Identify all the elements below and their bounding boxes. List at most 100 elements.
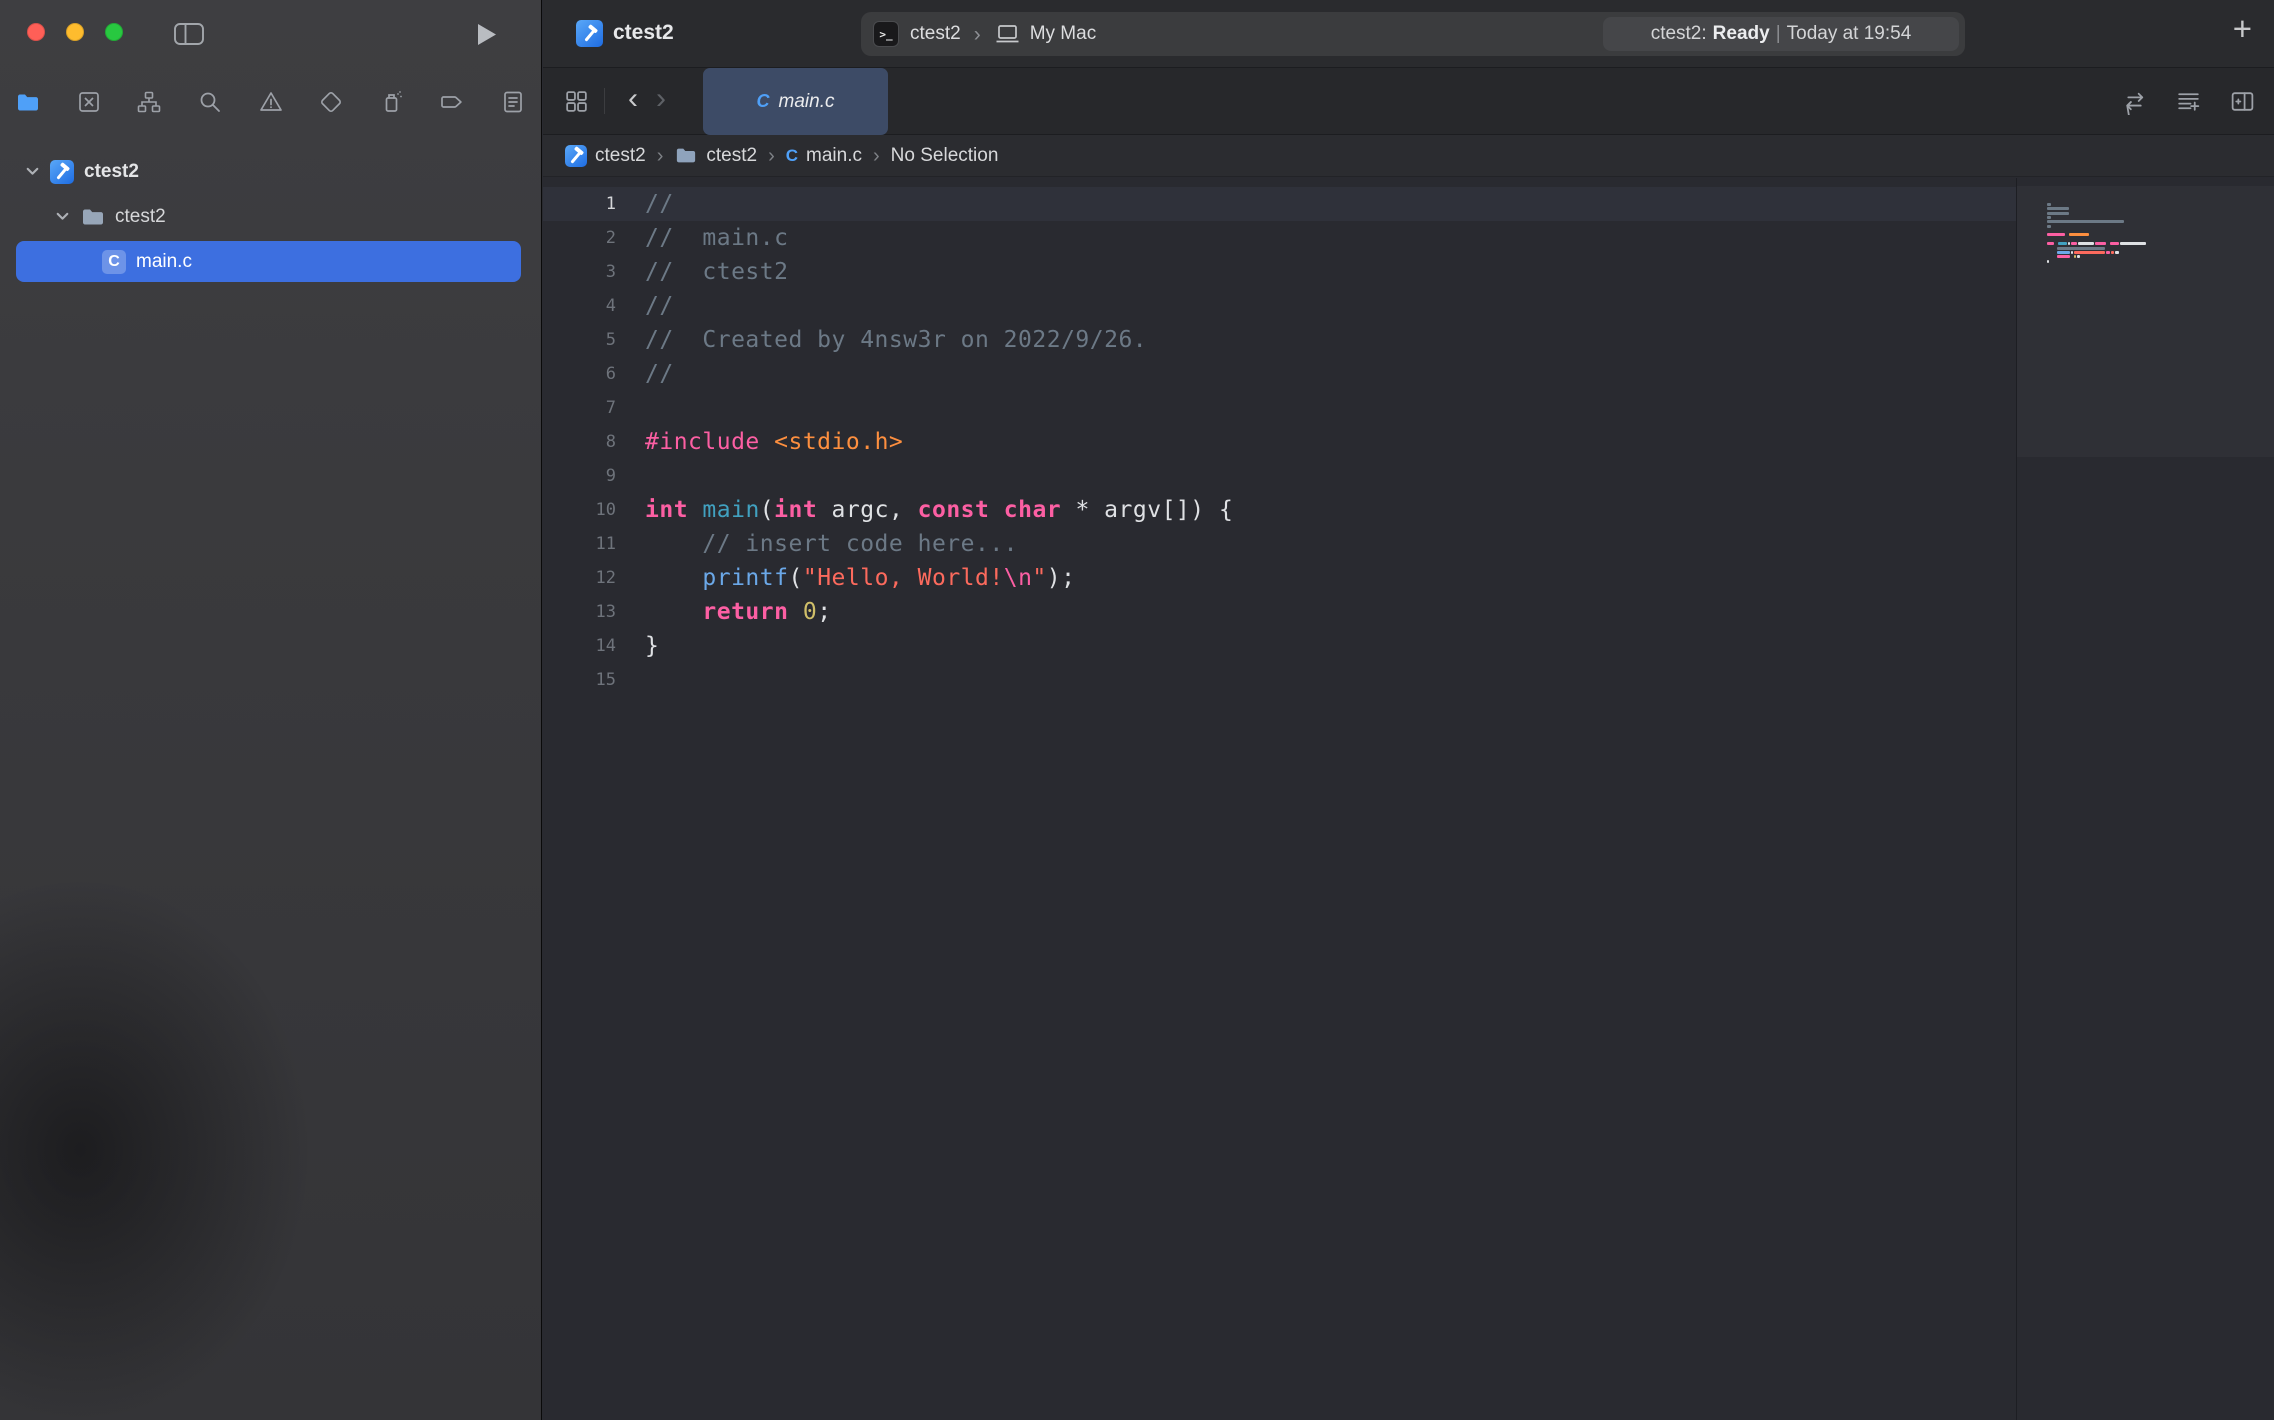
breakpoint-navigator-tab[interactable] <box>434 84 470 120</box>
debug-navigator-tab[interactable] <box>374 84 410 120</box>
code-editor[interactable]: 1// 2 // main.c 3 // ctest2 4 // 5// Created by… <box>543 178 2274 1420</box>
status-separator: | <box>1776 23 1781 45</box>
code-line-3[interactable]: 3 // ctest2 <box>543 255 2016 289</box>
tab-overview-button[interactable] <box>563 88 590 115</box>
issue-navigator-tab[interactable] <box>253 84 289 120</box>
jump-bar[interactable]: ctest2›ctest2›Cmain.c›No Selection <box>543 135 2274 177</box>
disclosure-chevron-icon[interactable] <box>50 208 74 225</box>
minimap-line <box>2047 220 2124 223</box>
tab-bar: ‹ › C main.c <box>543 68 2274 135</box>
editor-options-button[interactable] <box>2174 87 2202 115</box>
code-line-14[interactable]: 14} <box>543 629 2016 663</box>
chevron-right-icon: › <box>974 24 981 45</box>
code-text: // <box>645 293 674 319</box>
divider <box>604 88 605 114</box>
add-editor-button[interactable] <box>2228 87 2256 115</box>
code-line-6[interactable]: 6// <box>543 357 2016 391</box>
source-control-navigator-tab[interactable] <box>71 84 107 120</box>
disclosure-chevron-icon[interactable] <box>20 163 44 180</box>
tree-item-label: ctest2 <box>115 206 166 228</box>
go-forward-button[interactable]: › <box>647 84 675 114</box>
code-line-9[interactable]: 9 <box>543 459 2016 493</box>
line-number[interactable]: 8 <box>543 432 616 452</box>
close-window-button[interactable] <box>27 23 45 41</box>
tree-row-ctest2[interactable]: ctest2 <box>0 194 541 239</box>
tab-main-c[interactable]: C main.c <box>703 68 888 135</box>
minimap-line <box>2047 247 2105 250</box>
scheme-selector[interactable]: ctest2 <box>910 23 961 45</box>
line-number[interactable]: 10 <box>543 500 616 520</box>
scheme-destination-pill: >_ ctest2 › My Mac ctest2: Ready | Today… <box>861 12 1965 56</box>
c-file-icon: C <box>757 91 770 112</box>
sidebar-icon <box>173 21 205 47</box>
line-number[interactable]: 4 <box>543 296 616 316</box>
breadcrumb-item-1[interactable]: ctest2 <box>674 145 757 167</box>
code-line-1[interactable]: 1// <box>543 187 2016 221</box>
minimap-line <box>2047 225 2051 228</box>
code-line-10[interactable]: 10int main(int argc, const char * argv[]… <box>543 493 2016 527</box>
line-number[interactable]: 7 <box>543 398 616 418</box>
minimap-line <box>2047 242 2146 245</box>
zoom-window-button[interactable] <box>105 23 123 41</box>
line-number[interactable]: 14 <box>543 636 616 656</box>
line-number[interactable]: 3 <box>543 262 616 282</box>
code-line-13[interactable]: 13 return 0; <box>543 595 2016 629</box>
code-text: // ctest2 <box>645 259 788 285</box>
code-line-4[interactable]: 4 // <box>543 289 2016 323</box>
minimap-visible-region[interactable] <box>2017 186 2274 457</box>
code-line-15[interactable]: 15 <box>543 663 2016 697</box>
xcode-project-icon <box>50 160 74 184</box>
line-number[interactable]: 11 <box>543 534 616 554</box>
code-text: #include <stdio.h> <box>645 429 903 455</box>
tree-row-main.c[interactable]: Cmain.c <box>0 239 541 284</box>
symbol-navigator-tab[interactable] <box>131 84 167 120</box>
breakpoint-tag-icon <box>439 89 465 115</box>
code-line-11[interactable]: 11 // insert code here... <box>543 527 2016 561</box>
breadcrumb-item-0[interactable]: ctest2 <box>565 145 646 167</box>
breadcrumb-label: ctest2 <box>595 145 646 167</box>
minimap[interactable] <box>2016 178 2274 1420</box>
code-line-12[interactable]: 12 printf("Hello, World!\n"); <box>543 561 2016 595</box>
code-text: // insert code here... <box>645 531 1018 557</box>
go-back-button[interactable]: ‹ <box>619 84 647 114</box>
run-button[interactable] <box>472 20 500 48</box>
spray-can-icon <box>379 89 405 115</box>
toggle-sidebar-button[interactable] <box>172 20 206 48</box>
find-navigator-tab[interactable] <box>192 84 228 120</box>
code-line-5[interactable]: 5// Created by 4nsw3r on 2022/9/26. <box>543 323 2016 357</box>
code-line-2[interactable]: 2 // main.c <box>543 221 2016 255</box>
line-number[interactable]: 12 <box>543 568 616 588</box>
code-line-8[interactable]: 8 #include <stdio.h> <box>543 425 2016 459</box>
navigator-bar <box>10 84 531 120</box>
run-destination[interactable]: My Mac <box>1030 23 1097 45</box>
code-line-7[interactable]: 7 <box>543 391 2016 425</box>
line-number[interactable]: 5 <box>543 330 616 350</box>
minimize-window-button[interactable] <box>66 23 84 41</box>
report-navigator-tab[interactable] <box>495 84 531 120</box>
code-review-button[interactable] <box>2120 87 2148 115</box>
line-number[interactable]: 6 <box>543 364 616 384</box>
code-area[interactable]: 1// 2 // main.c 3 // ctest2 4 // 5// Created by… <box>543 187 2016 697</box>
breadcrumb-item-2[interactable]: Cmain.c <box>786 145 862 167</box>
split-editor-icon <box>2229 88 2256 115</box>
code-text: printf("Hello, World!\n"); <box>645 565 1075 591</box>
c-file-icon: C <box>102 250 126 274</box>
line-number[interactable]: 15 <box>543 670 616 690</box>
breadcrumb-item-3[interactable]: No Selection <box>891 145 999 167</box>
xcode-app-icon <box>576 20 603 47</box>
minimap-line <box>2047 203 2051 206</box>
folder-icon <box>80 205 106 229</box>
line-number[interactable]: 1 <box>543 194 616 214</box>
line-number[interactable]: 9 <box>543 466 616 486</box>
line-number[interactable]: 2 <box>543 228 616 248</box>
library-button[interactable]: + <box>2233 12 2252 45</box>
project-navigator-tab[interactable] <box>10 84 46 120</box>
play-icon <box>475 22 498 47</box>
test-navigator-tab[interactable] <box>313 84 349 120</box>
code-text: // main.c <box>645 225 788 251</box>
tree-row-ctest2[interactable]: ctest2 <box>0 149 541 194</box>
activity-view[interactable]: ctest2: Ready | Today at 19:54 <box>1603 17 1959 51</box>
magnifier-icon <box>197 89 223 115</box>
laptop-icon <box>994 22 1021 46</box>
line-number[interactable]: 13 <box>543 602 616 622</box>
